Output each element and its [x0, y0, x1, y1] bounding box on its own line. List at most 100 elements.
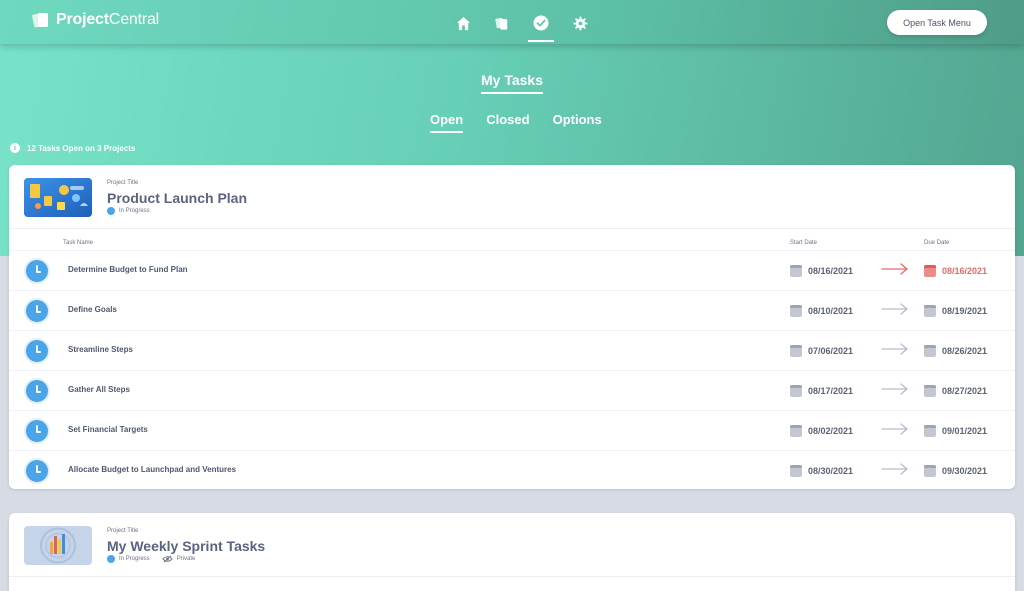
task-tabs: Open Closed Options — [430, 112, 602, 133]
logo-text-bold: Project — [56, 11, 109, 28]
clock-icon[interactable] — [26, 300, 48, 322]
card-divider — [9, 576, 1015, 577]
task-name[interactable]: Allocate Budget to Launchpad and Venture… — [68, 465, 236, 474]
tab-closed[interactable]: Closed — [486, 112, 529, 133]
project-status-text: In Progress — [119, 208, 150, 214]
task-row[interactable]: Allocate Budget to Launchpad and Venture… — [9, 450, 1015, 490]
project-card: Project Title Product Launch Plan In Pro… — [9, 165, 1015, 489]
arrow-right-icon — [881, 463, 909, 475]
logo-text-light: Central — [108, 11, 160, 28]
calendar-icon — [924, 305, 936, 317]
start-date-text: 08/02/2021 — [808, 426, 854, 436]
due-date-text: 08/19/2021 — [942, 306, 988, 316]
tab-open[interactable]: Open — [430, 112, 464, 133]
calendar-icon — [924, 425, 936, 437]
clock-icon[interactable] — [26, 420, 48, 442]
arrow-right-icon — [881, 423, 909, 435]
start-date-text: 08/30/2021 — [808, 466, 854, 476]
project-status: In Progress Private — [107, 555, 195, 563]
chart-illustration-icon — [24, 526, 92, 565]
clock-icon[interactable] — [26, 340, 48, 362]
eye-slash-icon — [161, 555, 173, 563]
clock-icon — [107, 555, 115, 563]
start-date-text: 07/06/2021 — [808, 346, 854, 356]
arrow-right-icon — [881, 343, 909, 355]
project-thumbnail[interactable] — [24, 526, 92, 565]
due-date: 08/19/2021 — [924, 305, 987, 317]
project-name[interactable]: My Weekly Sprint Tasks — [107, 538, 265, 554]
due-date: 08/26/2021 — [924, 345, 987, 357]
visibility-badge: Private — [161, 555, 196, 563]
tab-options[interactable]: Options — [553, 112, 602, 133]
calendar-icon — [790, 425, 802, 437]
gear-icon — [572, 15, 588, 31]
documents-icon — [495, 17, 508, 30]
project-status: In Progress — [107, 207, 150, 215]
task-row[interactable]: Determine Budget to Fund Plan 08/16/2021… — [9, 250, 1015, 290]
nav-home[interactable] — [452, 12, 474, 34]
start-date-text: 08/17/2021 — [808, 386, 854, 396]
info-icon: i — [10, 143, 20, 153]
task-summary-text: 12 Tasks Open on 3 Projects — [27, 143, 136, 153]
project-name[interactable]: Product Launch Plan — [107, 190, 247, 206]
due-date-text: 08/26/2021 — [942, 346, 988, 356]
task-name[interactable]: Set Financial Targets — [68, 425, 148, 434]
visibility-text: Private — [176, 556, 196, 562]
project-card: Project Title My Weekly Sprint Tasks In … — [9, 513, 1015, 591]
due-date-text: 08/16/2021 — [942, 266, 988, 276]
due-date-text: 09/01/2021 — [942, 426, 988, 436]
main-nav — [452, 12, 591, 42]
page-title-text: My Tasks — [481, 72, 543, 94]
start-date: 07/06/2021 — [790, 345, 853, 357]
arrow-right-icon — [881, 263, 909, 275]
project-thumbnail[interactable] — [24, 178, 92, 217]
column-header-task-name: Task Name — [63, 240, 94, 246]
clock-icon[interactable] — [26, 380, 48, 402]
task-name[interactable]: Define Goals — [68, 305, 117, 314]
calendar-icon — [790, 265, 802, 277]
task-row[interactable]: Streamline Steps 07/06/2021 08/26/2021 — [9, 330, 1015, 370]
start-date-text: 08/16/2021 — [808, 266, 854, 276]
home-icon — [456, 16, 470, 30]
calendar-icon — [924, 465, 936, 477]
column-header-start-date: Start Date — [790, 240, 818, 246]
clock-icon — [107, 207, 115, 215]
task-summary: i 12 Tasks Open on 3 Projects — [10, 143, 135, 153]
project-status-text: In Progress — [119, 556, 150, 562]
clock-icon[interactable] — [26, 260, 48, 282]
app-logo[interactable]: ProjectCentral — [32, 11, 159, 29]
nav-tasks[interactable] — [528, 12, 554, 42]
due-date-text: 09/30/2021 — [942, 466, 988, 476]
column-header-due-date: Due Date — [924, 240, 950, 246]
due-date: 09/01/2021 — [924, 425, 987, 437]
open-task-menu-button[interactable]: Open Task Menu — [887, 10, 987, 35]
task-name[interactable]: Streamline Steps — [68, 345, 133, 354]
calendar-icon — [790, 465, 802, 477]
card-divider — [9, 228, 1015, 229]
project-title-label: Project Title — [107, 180, 139, 186]
check-circle-icon — [533, 15, 549, 31]
task-row[interactable]: Gather All Steps 08/17/2021 08/27/2021 — [9, 370, 1015, 410]
start-date-text: 08/10/2021 — [808, 306, 854, 316]
start-date: 08/16/2021 — [790, 265, 853, 277]
calendar-icon — [790, 385, 802, 397]
logo-icon — [32, 13, 48, 28]
calendar-icon — [790, 305, 802, 317]
due-date: 08/16/2021 — [924, 265, 987, 277]
calendar-icon — [924, 265, 936, 277]
task-name[interactable]: Gather All Steps — [68, 385, 130, 394]
due-date: 09/30/2021 — [924, 465, 987, 477]
start-date: 08/02/2021 — [790, 425, 853, 437]
due-date-text: 08/27/2021 — [942, 386, 988, 396]
arrow-right-icon — [881, 303, 909, 315]
nav-documents[interactable] — [491, 12, 513, 34]
task-row[interactable]: Set Financial Targets 08/02/2021 09/01/2… — [9, 410, 1015, 450]
start-date: 08/30/2021 — [790, 465, 853, 477]
task-row[interactable]: Define Goals 08/10/2021 08/19/2021 — [9, 290, 1015, 330]
top-navigation-bar: ProjectCentral Open Task Menu — [0, 0, 1024, 44]
nav-settings[interactable] — [569, 12, 591, 34]
task-name[interactable]: Determine Budget to Fund Plan — [68, 265, 188, 274]
clock-icon[interactable] — [26, 460, 48, 482]
calendar-icon — [924, 385, 936, 397]
calendar-icon — [790, 345, 802, 357]
